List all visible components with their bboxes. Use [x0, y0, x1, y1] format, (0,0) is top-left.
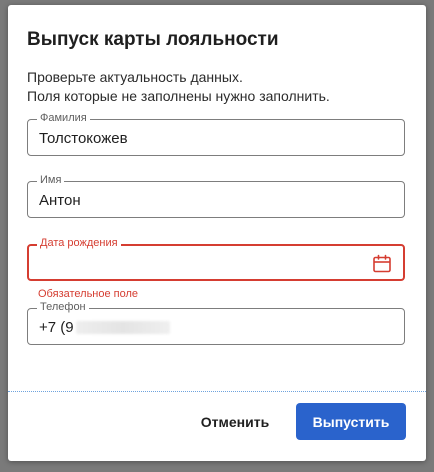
phone-field[interactable]: Телефон +7 (9 [27, 301, 405, 345]
birth-date-field[interactable]: Дата рождения [27, 237, 405, 281]
phone-label: Телефон [37, 301, 89, 314]
description-line-1: Проверьте актуальность данных. [27, 69, 243, 85]
cancel-button[interactable]: Отменить [189, 403, 281, 440]
loyalty-card-dialog: Выпуск карты лояльности Проверьте актуал… [8, 5, 426, 461]
phone-masked-digits [75, 321, 170, 334]
first-name-value[interactable]: Антон [39, 192, 81, 210]
first-name-field[interactable]: Имя Антон [27, 174, 405, 218]
birth-date-error: Обязательное поле [38, 288, 139, 300]
phone-value: +7 (9 [39, 319, 74, 336]
birth-date-label: Дата рождения [37, 237, 121, 250]
dialog-title: Выпуск карты лояльности [27, 29, 279, 50]
last-name-value[interactable]: Толстокожев [39, 130, 128, 148]
first-name-label: Имя [37, 174, 65, 187]
last-name-label: Фамилия [37, 112, 90, 125]
phone-value-wrap[interactable]: +7 (9 [39, 319, 170, 337]
footer-divider [8, 391, 426, 392]
dialog-description: Проверьте актуальность данных. Поля кото… [27, 68, 330, 106]
description-line-2: Поля которые не заполнены нужно заполнит… [27, 88, 330, 104]
issue-card-button[interactable]: Выпустить [296, 403, 406, 440]
calendar-icon[interactable] [372, 254, 392, 274]
last-name-field[interactable]: Фамилия Толстокожев [27, 112, 405, 156]
